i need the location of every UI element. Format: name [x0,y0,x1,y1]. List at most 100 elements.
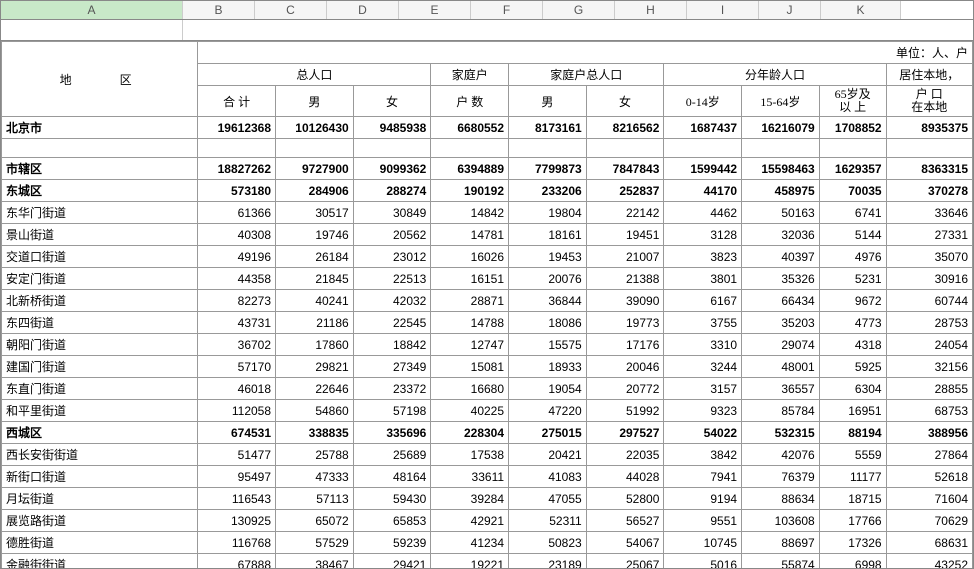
cell-value[interactable]: 21186 [276,312,354,334]
cell-value[interactable]: 65853 [353,510,431,532]
cell-value[interactable]: 57170 [198,356,276,378]
cell-value[interactable]: 17326 [819,532,886,554]
cell-value[interactable]: 297527 [586,422,664,444]
cell-value[interactable]: 9099362 [353,158,431,180]
selected-cell-A1[interactable] [1,20,183,40]
col-header-J[interactable]: J [759,1,821,19]
cell-value[interactable]: 54022 [664,422,742,444]
cell-value[interactable]: 16151 [431,268,509,290]
cell-region[interactable]: 东城区 [2,180,198,202]
cell-value[interactable]: 116768 [198,532,276,554]
col-header-K[interactable]: K [821,1,901,19]
cell-value[interactable]: 57529 [276,532,354,554]
cell-value[interactable]: 19221 [431,554,509,568]
cell-value[interactable]: 7799873 [509,158,587,180]
cell-value[interactable]: 284906 [276,180,354,202]
cell-value[interactable]: 103608 [742,510,820,532]
cell-value[interactable]: 47220 [509,400,587,422]
cell-value[interactable]: 49196 [198,246,276,268]
cell-value[interactable]: 18086 [509,312,587,334]
cell-value[interactable]: 50163 [742,202,820,224]
cell-value[interactable]: 54860 [276,400,354,422]
cell-value[interactable]: 51477 [198,444,276,466]
cell-value[interactable]: 22513 [353,268,431,290]
cell-value[interactable]: 25788 [276,444,354,466]
col-header-E[interactable]: E [399,1,471,19]
cell-value[interactable]: 85784 [742,400,820,422]
cell-region[interactable]: 展览路街道 [2,510,198,532]
cell-value[interactable] [509,139,587,158]
cell-value[interactable]: 1629357 [819,158,886,180]
cell-value[interactable]: 25689 [353,444,431,466]
cell-value[interactable]: 16680 [431,378,509,400]
cell-value[interactable]: 11177 [819,466,886,488]
cell-value[interactable]: 52618 [886,466,972,488]
cell-value[interactable]: 18161 [509,224,587,246]
cell-value[interactable]: 532315 [742,422,820,444]
cell-value[interactable]: 20421 [509,444,587,466]
cell-value[interactable]: 1599442 [664,158,742,180]
cell-value[interactable]: 44358 [198,268,276,290]
cell-value[interactable]: 47333 [276,466,354,488]
cell-value[interactable]: 33646 [886,202,972,224]
cell-value[interactable]: 4976 [819,246,886,268]
col-header-G[interactable]: G [543,1,615,19]
cell-value[interactable]: 36557 [742,378,820,400]
cell-value[interactable]: 5925 [819,356,886,378]
cell-value[interactable]: 16026 [431,246,509,268]
cell-value[interactable]: 335696 [353,422,431,444]
cell-value[interactable]: 6741 [819,202,886,224]
cell-value[interactable]: 4462 [664,202,742,224]
cell-value[interactable]: 9551 [664,510,742,532]
cell-value[interactable]: 20562 [353,224,431,246]
cell-value[interactable]: 68753 [886,400,972,422]
cell-value[interactable]: 18842 [353,334,431,356]
cell-value[interactable]: 674531 [198,422,276,444]
cell-value[interactable]: 29421 [353,554,431,568]
cell-value[interactable]: 4318 [819,334,886,356]
cell-region[interactable] [2,139,198,158]
cell-value[interactable]: 18715 [819,488,886,510]
cell-value[interactable]: 66434 [742,290,820,312]
cell-value[interactable]: 5144 [819,224,886,246]
cell-region[interactable]: 北京市 [2,117,198,139]
cell-value[interactable] [431,139,509,158]
cell-region[interactable]: 西城区 [2,422,198,444]
cell-value[interactable]: 112058 [198,400,276,422]
cell-region[interactable]: 安定门街道 [2,268,198,290]
cell-value[interactable]: 28855 [886,378,972,400]
cell-value[interactable]: 48001 [742,356,820,378]
cell-value[interactable]: 42076 [742,444,820,466]
cell-region[interactable]: 和平里街道 [2,400,198,422]
cell-value[interactable]: 70035 [819,180,886,202]
cell-value[interactable]: 3128 [664,224,742,246]
cell-value[interactable]: 57198 [353,400,431,422]
cell-value[interactable]: 44028 [586,466,664,488]
cell-value[interactable]: 20046 [586,356,664,378]
cell-value[interactable]: 19054 [509,378,587,400]
cell-value[interactable]: 6394889 [431,158,509,180]
col-header-B[interactable]: B [183,1,255,19]
cell-value[interactable]: 48164 [353,466,431,488]
cell-value[interactable]: 32036 [742,224,820,246]
cell-value[interactable]: 23189 [509,554,587,568]
cell-value[interactable]: 17538 [431,444,509,466]
cell-value[interactable]: 40241 [276,290,354,312]
cell-value[interactable]: 60744 [886,290,972,312]
cell-value[interactable]: 190192 [431,180,509,202]
cell-value[interactable]: 18933 [509,356,587,378]
cell-value[interactable]: 39284 [431,488,509,510]
cell-region[interactable]: 东四街道 [2,312,198,334]
cell-value[interactable]: 15575 [509,334,587,356]
cell-value[interactable]: 5559 [819,444,886,466]
cell-region[interactable]: 西长安街街道 [2,444,198,466]
cell-value[interactable]: 36844 [509,290,587,312]
cell-value[interactable]: 29821 [276,356,354,378]
cell-value[interactable]: 16216079 [742,117,820,139]
cell-value[interactable]: 338835 [276,422,354,444]
cell-value[interactable]: 25067 [586,554,664,568]
cell-value[interactable] [664,139,742,158]
cell-value[interactable]: 51992 [586,400,664,422]
cell-value[interactable]: 6680552 [431,117,509,139]
col-header-F[interactable]: F [471,1,543,19]
